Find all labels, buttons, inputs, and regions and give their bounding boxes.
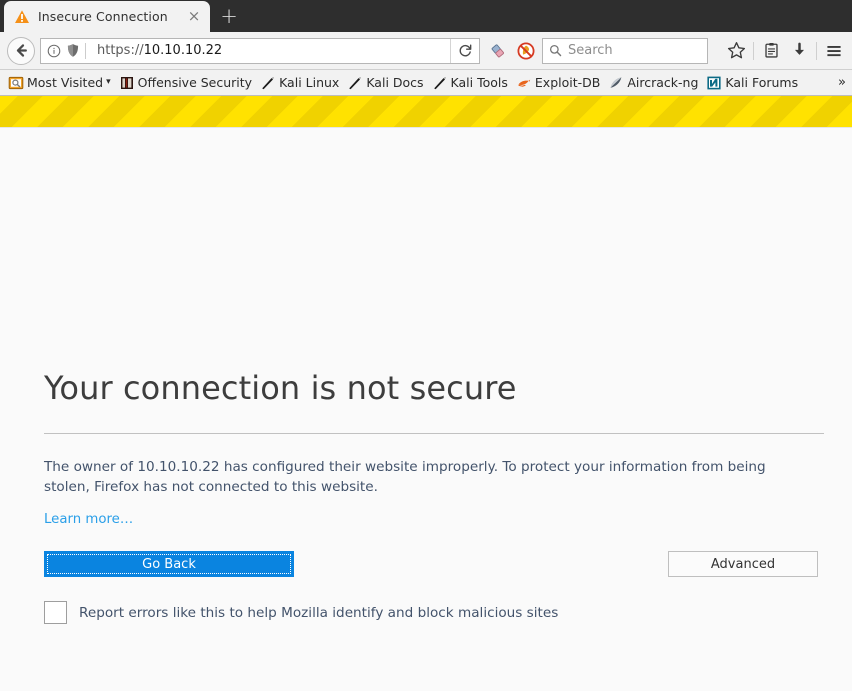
kali-dragon-icon: [347, 75, 363, 91]
insecure-connection-stripe-band: [0, 96, 852, 128]
url-input[interactable]: https://10.10.10.22: [97, 43, 450, 58]
tab-strip: Insecure Connection × +: [0, 0, 852, 32]
close-icon[interactable]: ×: [184, 7, 204, 27]
bookmarks-toolbar: Most Visited ▾ Offensive Security Kali L…: [0, 70, 852, 96]
learn-more-link[interactable]: Learn more…: [44, 512, 133, 527]
report-errors-label: Report errors like this to help Mozilla …: [79, 605, 558, 621]
error-page-content: Your connection is not secure The owner …: [44, 371, 824, 624]
kali-dragon-icon: [260, 75, 276, 91]
go-back-button-label: Go Back: [142, 557, 196, 572]
back-arrow-icon[interactable]: [7, 37, 35, 65]
warning-triangle-icon: [14, 9, 30, 25]
url-bar-separator: [85, 43, 86, 59]
bookmark-label: Aircrack-ng: [627, 75, 698, 90]
search-input[interactable]: Search: [568, 43, 613, 58]
bookmark-kali-docs[interactable]: Kali Docs: [343, 72, 427, 94]
chevron-down-icon: ▾: [106, 78, 111, 87]
bookmark-exploit-db[interactable]: Exploit-DB: [512, 72, 604, 94]
toolbar-separator: [753, 42, 754, 60]
advanced-button[interactable]: Advanced: [668, 551, 818, 577]
url-scheme: https://: [97, 43, 144, 58]
browser-tab-title: Insecure Connection: [38, 9, 184, 24]
report-errors-row: Report errors like this to help Mozilla …: [44, 601, 824, 624]
new-tab-button[interactable]: +: [210, 1, 248, 32]
bookmark-most-visited[interactable]: Most Visited ▾: [4, 72, 115, 94]
reload-icon[interactable]: [450, 39, 479, 63]
eraser-icon[interactable]: [484, 37, 512, 65]
exploit-db-icon: [516, 75, 532, 91]
error-description: The owner of 10.10.10.22 has configured …: [44, 457, 796, 497]
go-back-button[interactable]: Go Back: [44, 551, 294, 577]
info-circle-icon[interactable]: [47, 44, 61, 58]
bookmark-label: Most Visited: [27, 75, 103, 90]
kali-dragon-icon: [432, 75, 448, 91]
search-icon: [549, 44, 562, 57]
bookmark-aircrack-ng[interactable]: Aircrack-ng: [604, 72, 702, 94]
bookmark-label: Kali Tools: [451, 75, 508, 90]
error-page: Your connection is not secure The owner …: [0, 128, 852, 681]
aircrack-ng-icon: [608, 75, 624, 91]
most-visited-icon: [8, 75, 24, 91]
bookmark-kali-forums[interactable]: Kali Forums: [702, 72, 802, 94]
advanced-button-label: Advanced: [711, 557, 775, 572]
shield-icon[interactable]: [66, 43, 80, 58]
bookmark-label: Offensive Security: [138, 75, 252, 90]
bookmarks-overflow-button[interactable]: »: [834, 78, 850, 88]
title-divider: [44, 433, 824, 434]
offensive-security-icon: [119, 75, 135, 91]
kali-forums-icon: [706, 75, 722, 91]
error-button-row: Go Back Advanced: [44, 551, 818, 577]
url-bar-identity-icons: [41, 43, 97, 59]
bookmark-offensive-security[interactable]: Offensive Security: [115, 72, 256, 94]
bookmark-label: Kali Forums: [725, 75, 798, 90]
bookmark-kali-tools[interactable]: Kali Tools: [428, 72, 512, 94]
bookmark-label: Kali Linux: [279, 75, 339, 90]
url-bar[interactable]: https://10.10.10.22: [40, 38, 480, 64]
hamburger-menu-icon[interactable]: [820, 37, 848, 65]
library-icon[interactable]: [757, 37, 785, 65]
toolbar-separator-2: [816, 42, 817, 60]
download-arrow-icon[interactable]: [785, 37, 813, 65]
browser-tab-active[interactable]: Insecure Connection ×: [4, 1, 210, 32]
star-icon[interactable]: [722, 37, 750, 65]
page-title: Your connection is not secure: [44, 371, 824, 406]
bookmark-label: Kali Docs: [366, 75, 423, 90]
navigation-toolbar: https://10.10.10.22: [0, 32, 852, 70]
bookmark-kali-linux[interactable]: Kali Linux: [256, 72, 343, 94]
report-errors-checkbox[interactable]: [44, 601, 67, 624]
bookmark-label: Exploit-DB: [535, 75, 600, 90]
url-host: 10.10.10.22: [144, 43, 223, 58]
search-bar[interactable]: Search: [542, 38, 708, 64]
noscript-icon[interactable]: [512, 37, 540, 65]
